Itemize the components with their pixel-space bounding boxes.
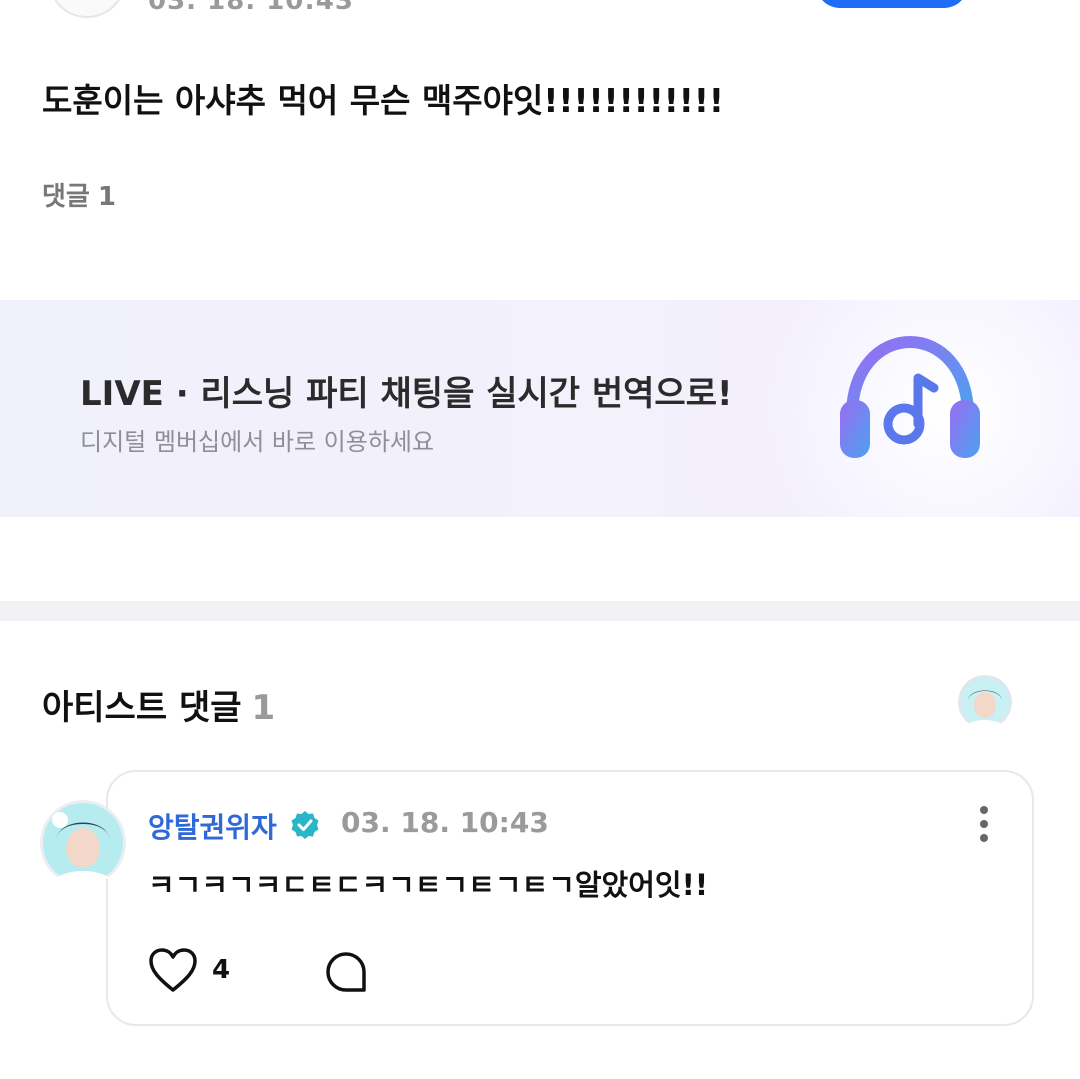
comment-count-label: 댓글 — [42, 182, 90, 212]
comment-text: ㅋㄱㅋㄱㅋㄷㅌㄷㅋㄱㅌㄱㅌㄱㅌㄱ알았어잇!! — [148, 868, 709, 902]
section-divider — [0, 601, 1080, 621]
follow-button[interactable] — [816, 0, 968, 8]
comment-timestamp: 03. 18. 10:43 — [341, 806, 549, 839]
commenter-avatar[interactable] — [40, 800, 126, 886]
comment-count-value: 1 — [97, 182, 116, 212]
artist-comments-label: 아티스트 댓글 — [42, 688, 242, 728]
post-body: 도훈이는 아샤추 먹어 무슨 맥주야잇!!!!!!!!!!!! — [42, 81, 724, 120]
commenter-name[interactable]: 앙탈권위자 — [148, 806, 277, 846]
heart-icon[interactable] — [148, 948, 198, 994]
reply-bubble-icon[interactable] — [324, 950, 368, 994]
artist-avatar[interactable] — [958, 675, 1012, 729]
post-timestamp: 03. 18. 10:43 — [148, 0, 354, 16]
artist-comments-title: 아티스트 댓글 1 — [42, 680, 275, 729]
artist-comments-count: 1 — [251, 688, 276, 728]
headphones-music-icon — [840, 335, 980, 458]
more-options-icon[interactable] — [972, 804, 996, 844]
verified-badge-icon — [291, 811, 319, 839]
comment-count[interactable]: 댓글 1 — [42, 176, 116, 213]
banner-subtitle: 디지털 멤버십에서 바로 이용하세요 — [80, 428, 435, 456]
like-count: 4 — [212, 955, 231, 985]
banner-title: LIVE · 리스닝 파티 채팅을 실시간 번역으로! — [80, 374, 733, 414]
post-author-avatar[interactable] — [48, 0, 126, 18]
